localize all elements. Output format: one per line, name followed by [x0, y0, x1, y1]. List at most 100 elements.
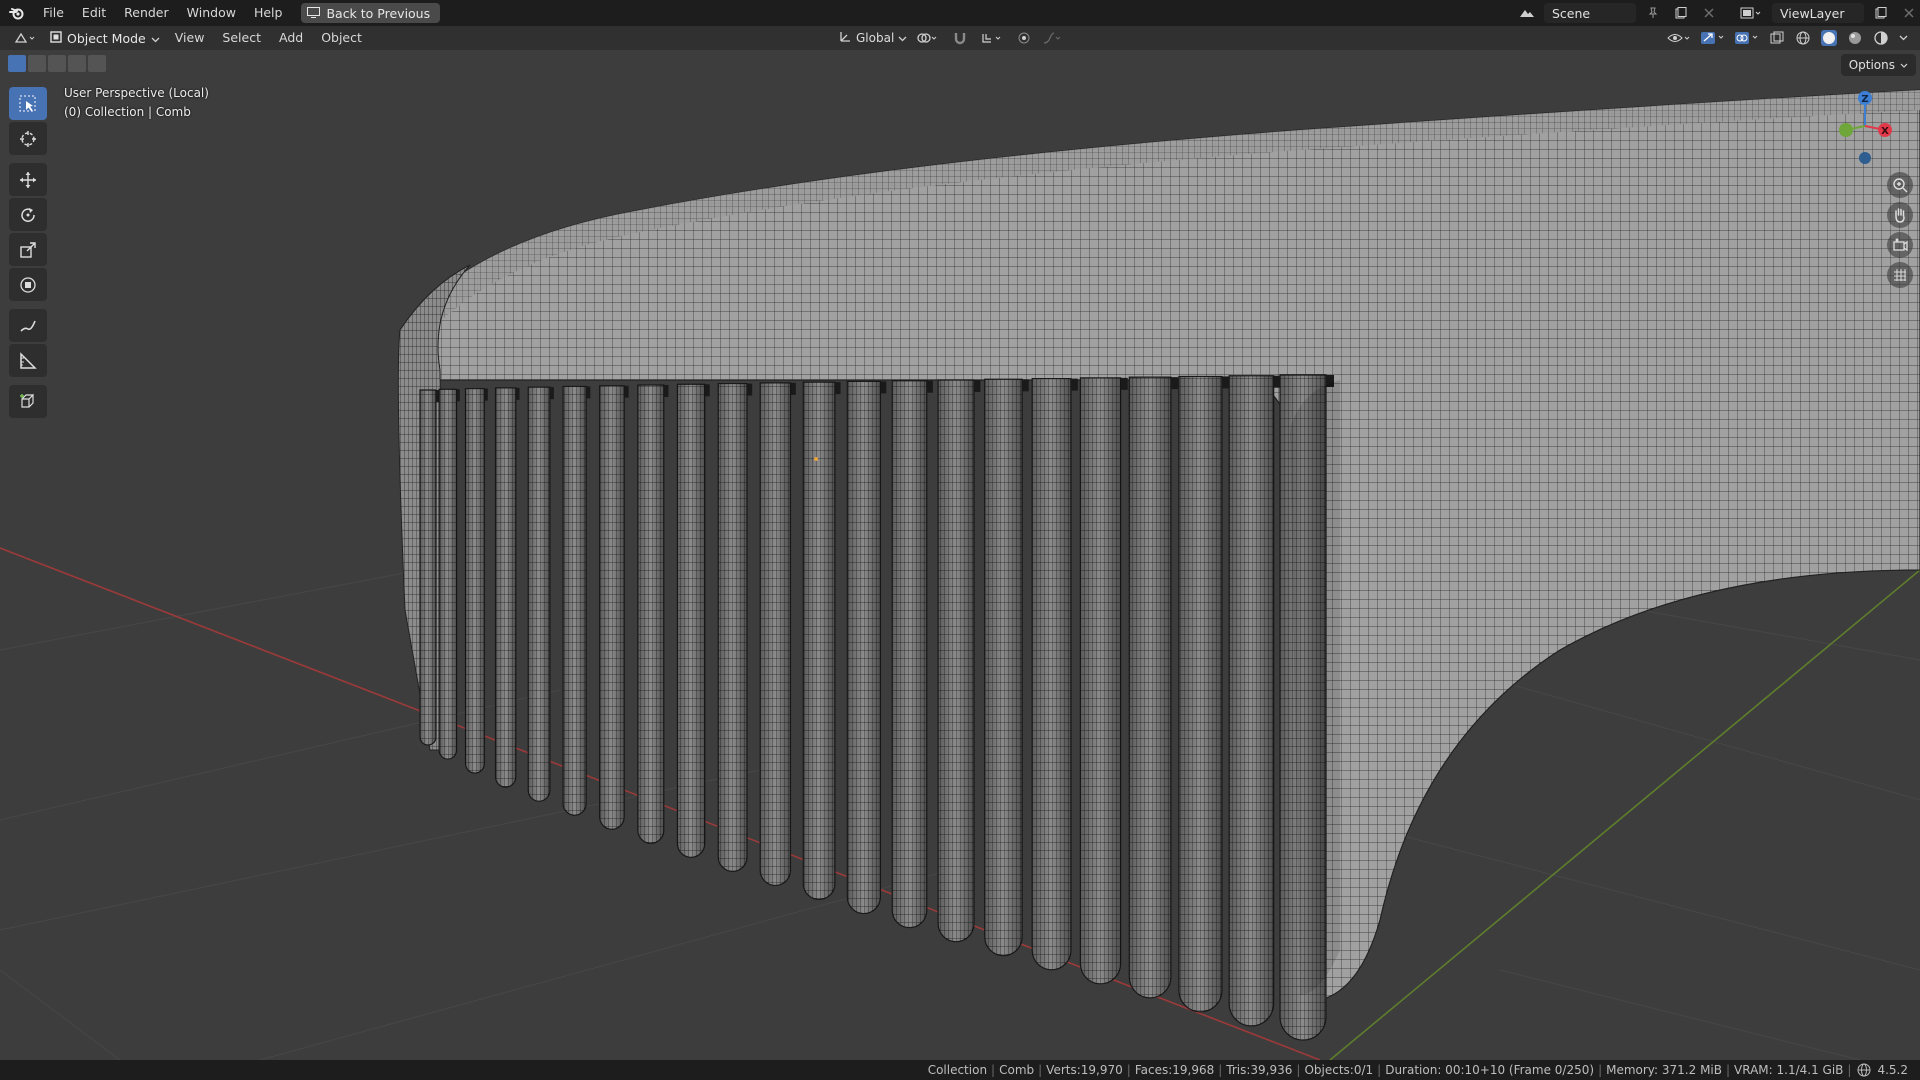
select-subtract-mode-button[interactable] — [48, 55, 66, 72]
camera-view-button[interactable] — [1887, 232, 1913, 258]
new-scene-icon[interactable] — [1670, 3, 1692, 23]
cursor-tool[interactable] — [9, 122, 47, 155]
comb-tooth-shading — [677, 384, 705, 858]
object-mode-dropdown[interactable]: Object Mode — [44, 29, 166, 47]
status-faces: Faces:19,968 — [1134, 1063, 1215, 1077]
scene-icon[interactable] — [1516, 3, 1538, 23]
comb-tooth-shading — [637, 385, 664, 844]
editor-type-icon[interactable] — [12, 28, 40, 48]
header-menu-object[interactable]: Object — [312, 26, 371, 50]
menu-file[interactable]: File — [34, 0, 73, 26]
status-duration: Duration: 00:10+10 (Frame 0/250) — [1385, 1063, 1595, 1077]
view-layer-field[interactable]: ViewLayer — [1772, 3, 1864, 23]
select-invert-mode-button[interactable] — [68, 55, 86, 72]
chevron-down-icon — [1900, 63, 1908, 68]
menu-window[interactable]: Window — [178, 0, 245, 26]
comb-tooth-shading — [599, 385, 625, 830]
status-tris: Tris:39,936 — [1226, 1063, 1293, 1077]
scale-tool[interactable] — [9, 233, 47, 266]
orientation-axes-icon — [838, 30, 852, 47]
header-menu-view[interactable]: View — [166, 26, 214, 50]
transform-orientation-dropdown[interactable]: Global — [838, 30, 907, 47]
annotate-tool[interactable] — [9, 309, 47, 342]
overlays-toggle-icon[interactable] — [1732, 28, 1762, 48]
new-view-layer-icon[interactable] — [1870, 3, 1892, 23]
ortho-toggle-button[interactable] — [1887, 262, 1913, 288]
rotate-tool[interactable] — [9, 198, 47, 231]
zoom-button[interactable] — [1887, 172, 1913, 198]
navigation-gizmo[interactable]: Z X — [1830, 86, 1900, 170]
tooth-gap-shadow — [586, 386, 591, 399]
move-tool[interactable] — [9, 163, 47, 196]
chevron-down-icon — [898, 31, 907, 45]
select-extend-mode-button[interactable] — [28, 55, 46, 72]
delete-view-layer-icon[interactable] — [1898, 3, 1920, 23]
proportional-editing-icon[interactable] — [1013, 28, 1035, 48]
header-menu-select[interactable]: Select — [213, 26, 270, 50]
visibility-eye-icon[interactable] — [1664, 28, 1694, 48]
comb-tooth-shading — [420, 390, 436, 745]
header-menu-add[interactable]: Add — [270, 26, 312, 50]
pivot-point-icon[interactable] — [913, 28, 943, 48]
3d-viewport[interactable]: User Perspective (Local) (0) Collection … — [0, 50, 1920, 1060]
tooth-gap-shadow — [1222, 376, 1230, 389]
gizmo-neg-z-axis[interactable] — [1859, 152, 1871, 164]
select-box-tool[interactable] — [9, 87, 47, 120]
shading-material-icon[interactable] — [1844, 28, 1866, 48]
status-objects: Objects:0/1 — [1304, 1063, 1374, 1077]
gizmo-toggle-icon[interactable] — [1698, 28, 1728, 48]
delete-scene-icon[interactable] — [1698, 3, 1720, 23]
back-to-previous-button[interactable]: Back to Previous — [301, 3, 441, 23]
shading-rendered-icon[interactable] — [1870, 28, 1892, 48]
menu-edit[interactable]: Edit — [73, 0, 115, 26]
falloff-curve-icon[interactable] — [1041, 28, 1063, 48]
add-cube-tool[interactable] — [9, 385, 47, 418]
tooth-gap-shadow — [1071, 378, 1078, 391]
scene-field[interactable]: Scene — [1544, 3, 1636, 23]
comb-tooth-shading — [847, 381, 881, 914]
gizmo-y-axis[interactable] — [1839, 123, 1853, 137]
view-layer-name: ViewLayer — [1780, 5, 1845, 21]
transform-orientation-label: Global — [856, 31, 895, 45]
zoom-icon — [1893, 178, 1908, 193]
chevron-down-icon[interactable] — [1896, 28, 1910, 48]
shading-wireframe-icon[interactable] — [1792, 28, 1814, 48]
tooth-gap-shadow — [704, 384, 710, 397]
comb-tooth-shading — [1032, 378, 1072, 970]
menu-render[interactable]: Render — [115, 0, 178, 26]
status-vram: VRAM: 1.1/4.1 GiB — [1734, 1063, 1844, 1077]
select-new-mode-button[interactable] — [8, 55, 26, 72]
perspective-label: User Perspective (Local) — [64, 86, 209, 100]
snap-magnet-icon[interactable] — [949, 28, 971, 48]
options-label: Options — [1848, 58, 1895, 72]
select-box-icon — [19, 95, 36, 111]
comb-tooth-shading — [1080, 377, 1121, 984]
transform-icon — [20, 276, 36, 293]
tooth-gap-shadow — [1170, 377, 1179, 390]
status-collection: Collection — [927, 1063, 988, 1077]
measure-tool[interactable] — [9, 344, 47, 377]
pin-icon[interactable] — [1642, 3, 1664, 23]
xray-toggle-icon[interactable] — [1766, 28, 1788, 48]
tooth-gap-shadow — [834, 382, 841, 395]
select-intersect-mode-button[interactable] — [88, 55, 106, 72]
object-mode-icon — [50, 30, 62, 46]
options-dropdown[interactable]: Options — [1840, 54, 1916, 76]
add-cube-icon — [20, 393, 34, 408]
comb-tooth-shading — [718, 383, 748, 872]
collection-label: (0) Collection | Comb — [64, 105, 191, 119]
menu-help[interactable]: Help — [245, 0, 292, 26]
screen-icon — [307, 6, 321, 21]
shading-solid-icon[interactable] — [1818, 28, 1840, 48]
view-layer-icon[interactable] — [1736, 3, 1766, 23]
transform-tool[interactable] — [9, 268, 47, 301]
move-icon — [20, 171, 36, 188]
blender-logo-icon[interactable] — [0, 0, 34, 26]
tooth-gap-shadow — [790, 382, 796, 395]
tooth-gap-shadow — [1120, 377, 1128, 390]
scene-canvas[interactable] — [0, 50, 1920, 1060]
pan-button[interactable] — [1887, 202, 1913, 228]
network-globe-icon[interactable] — [1855, 1063, 1877, 1077]
tooth-gap-shadow — [515, 387, 520, 400]
snap-target-icon[interactable] — [977, 28, 1007, 48]
